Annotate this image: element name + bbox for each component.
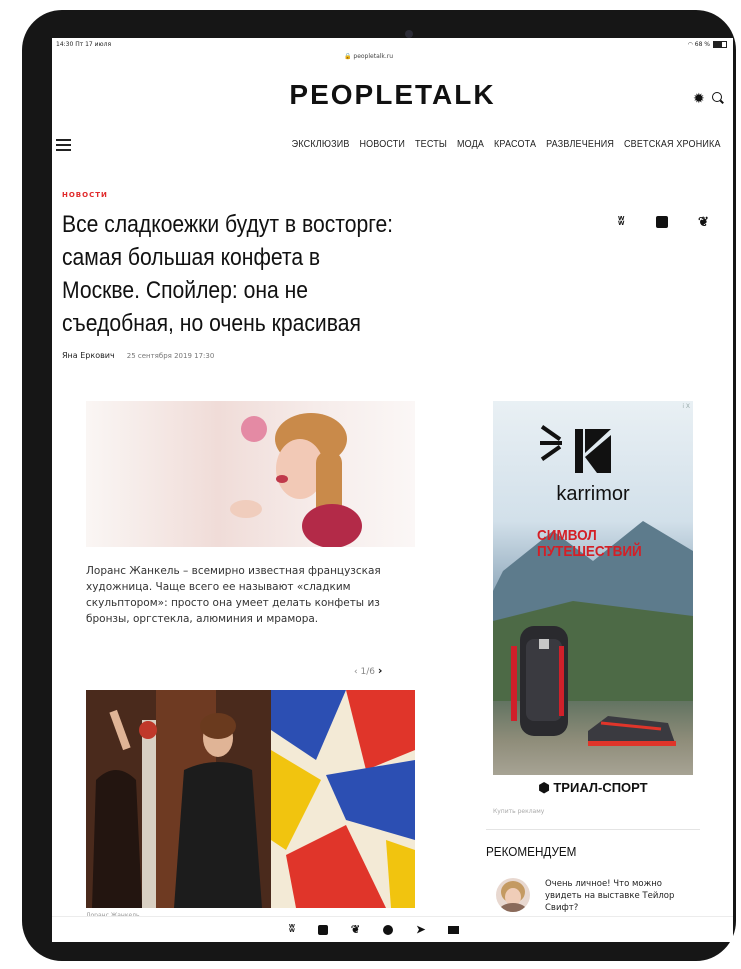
taylor-swift-thumbnail-image	[499, 881, 527, 912]
battery-percent: 68 %	[694, 41, 710, 48]
ad-slogan-line-2: ПУТЕШЕСТВИЙ	[537, 543, 642, 560]
nav-item-beauty[interactable]: КРАСОТА	[494, 139, 536, 150]
publish-date: 25 сентября 2019 17:30	[126, 352, 215, 360]
ad-footer-brand: ТРИАЛ-СПОРТ	[553, 780, 648, 795]
browser-screen: 14:30 Пт 17 июля 🔒 peopletalk.ru ◠ 68 % …	[52, 38, 733, 942]
status-bar: 14:30 Пт 17 июля 🔒 peopletalk.ru ◠ 68 %	[52, 38, 733, 64]
nav-item-entertainment[interactable]: РАЗВЛЕЧЕНИЯ	[546, 139, 614, 150]
ad-slogan-line-1: СИМВОЛ	[537, 527, 597, 544]
nav-item-exclusive[interactable]: ЭКСКЛЮЗИВ	[292, 139, 350, 150]
nav-item-society[interactable]: СВЕТСКАЯ ХРОНИКА	[624, 139, 721, 150]
recommend-heading: РЕКОМЕНДУЕМ	[486, 844, 577, 859]
hamburger-menu-icon[interactable]	[56, 139, 71, 151]
trial-sport-logo-icon: ⬢	[538, 780, 554, 795]
facebook-icon[interactable]	[317, 925, 328, 935]
ad-slogan: СИМВОЛ ПУТЕШЕСТВИЙ	[537, 528, 642, 560]
ad-brand: karrimor	[556, 483, 630, 505]
main-nav: ЭКСКЛЮЗИВ НОВОСТИ ТЕСТЫ МОДА КРАСОТА РАЗ…	[292, 139, 721, 150]
twitter-share-icon[interactable]: ❦	[698, 214, 709, 230]
article-byline: Яна Еркович 25 сентября 2019 17:30	[62, 351, 214, 360]
nav-item-tests[interactable]: ТЕСТЫ	[415, 139, 447, 150]
facebook-share-icon[interactable]	[656, 216, 668, 228]
buy-ad-link[interactable]: Купить рекламу	[493, 808, 544, 815]
recommend-thumbnail[interactable]	[496, 878, 530, 912]
battery-icon	[713, 41, 727, 48]
theme-toggle-icon[interactable]: ✹	[693, 91, 705, 107]
mail-icon[interactable]	[448, 926, 460, 934]
url-text: peopletalk.ru	[353, 53, 394, 60]
search-icon[interactable]	[712, 92, 722, 102]
nav-item-news[interactable]: НОВОСТИ	[360, 139, 406, 150]
share-bottom-bar: ʬ ❦ ➤	[52, 916, 733, 942]
photo-caption: Лоранс Жанкель – всемирно известная фран…	[86, 565, 381, 625]
gallery-photo-2[interactable]	[86, 690, 415, 908]
twitter-icon[interactable]: ❦	[351, 923, 360, 936]
wifi-icon: ◠	[687, 41, 695, 48]
site-logo[interactable]: PEOPLETALK	[52, 79, 733, 111]
battery-status: ◠ 68 %	[688, 41, 727, 48]
divider	[486, 829, 700, 830]
artist-with-painting-image	[86, 690, 415, 908]
woman-with-candy-image	[230, 413, 362, 547]
address-bar[interactable]: 🔒 peopletalk.ru	[344, 53, 393, 60]
author-name[interactable]: Яна Еркович	[62, 351, 115, 360]
gallery-counter: 1/6	[360, 667, 375, 677]
prev-arrow-icon[interactable]: ‹	[354, 667, 358, 677]
vk-icon[interactable]: ʬ	[289, 923, 295, 936]
gallery-photo-1[interactable]	[86, 401, 415, 547]
whatsapp-icon[interactable]	[383, 925, 394, 935]
telegram-icon[interactable]: ➤	[416, 923, 425, 936]
front-camera	[405, 30, 413, 38]
nav-item-fashion[interactable]: МОДА	[457, 139, 484, 150]
gallery-pager: ‹ 1/6 ›	[354, 664, 382, 677]
vk-share-icon[interactable]: ʬ	[618, 214, 624, 228]
advertisement-banner[interactable]: i X karrimor СИМВОЛ ПУТЕШЕСТВИЙ ⬢ ТРИАЛ-С…	[493, 401, 693, 801]
article-title: Все сладкоежки будут в восторге: самая б…	[62, 211, 394, 337]
next-arrow-icon[interactable]: ›	[378, 664, 383, 677]
article-rubric[interactable]: НОВОСТИ	[62, 191, 108, 199]
recommend-item-title[interactable]: Очень личное! Что можно увидеть на выста…	[545, 878, 695, 914]
karrimor-ad-image	[493, 425, 693, 746]
ad-footer: ⬢ ТРИАЛ-СПОРТ	[493, 775, 693, 801]
status-time: 14:30 Пт 17 июля	[56, 41, 112, 48]
